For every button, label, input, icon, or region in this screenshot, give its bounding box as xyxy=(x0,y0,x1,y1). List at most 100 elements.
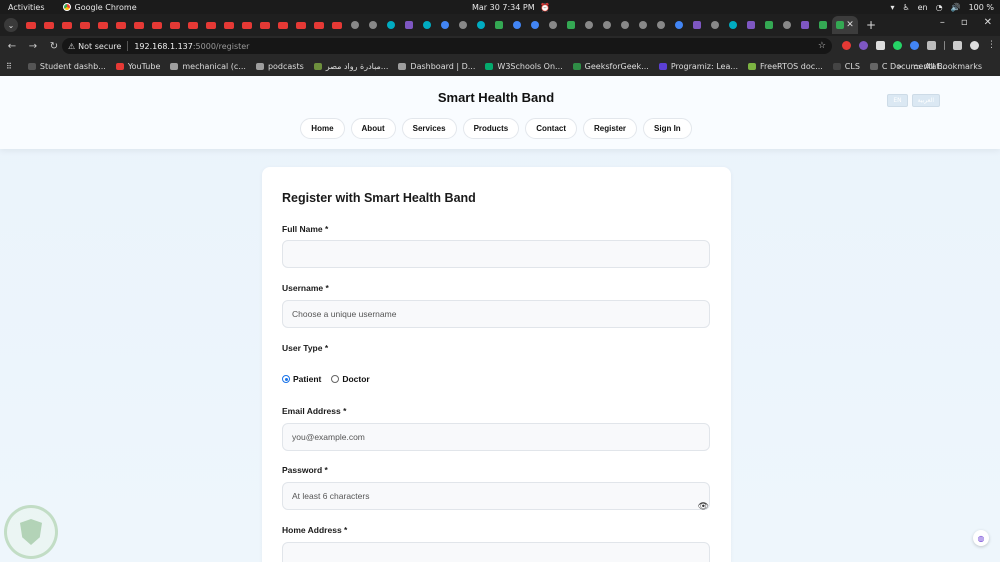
tab[interactable] xyxy=(436,16,454,34)
tab[interactable] xyxy=(130,16,148,34)
close-window-icon[interactable]: ✕ xyxy=(984,17,992,28)
all-bookmarks[interactable]: ▭ All Bookmarks xyxy=(913,62,982,71)
tab[interactable] xyxy=(544,16,562,34)
tab[interactable] xyxy=(346,16,364,34)
tab[interactable] xyxy=(724,16,742,34)
warning-icon[interactable]: ⚠ xyxy=(68,42,75,51)
tab[interactable] xyxy=(562,16,580,34)
tab[interactable] xyxy=(526,16,544,34)
extension-icon[interactable] xyxy=(842,41,851,50)
battery-indicator[interactable]: 100 % xyxy=(969,3,994,12)
more-bookmarks-icon[interactable]: » xyxy=(897,62,902,71)
tab[interactable] xyxy=(670,16,688,34)
wifi-icon[interactable]: ◔ xyxy=(936,3,943,12)
tab[interactable] xyxy=(580,16,598,34)
tab[interactable] xyxy=(472,16,490,34)
tab[interactable] xyxy=(652,16,670,34)
address-bar[interactable]: ⚠ Not secure 192.168.1.137:5000/register… xyxy=(62,38,832,54)
tab[interactable] xyxy=(364,16,382,34)
bookmark[interactable]: YouTube xyxy=(115,62,160,71)
tab[interactable] xyxy=(310,16,328,34)
tab-active[interactable]: ✕ xyxy=(832,16,858,34)
bookmark[interactable]: Programiz: Lea... xyxy=(658,62,738,71)
password-input[interactable] xyxy=(282,482,710,510)
tab[interactable] xyxy=(706,16,724,34)
app-menu[interactable]: Google Chrome xyxy=(62,3,137,12)
tab[interactable] xyxy=(616,16,634,34)
back-icon[interactable]: ← xyxy=(3,41,21,52)
new-tab-icon[interactable]: + xyxy=(866,18,876,32)
whatsapp-icon[interactable] xyxy=(893,41,902,50)
clock[interactable]: Mar 30 7:34 PM xyxy=(472,3,535,12)
bookmark[interactable]: mechanical (c... xyxy=(170,62,246,71)
minimize-icon[interactable]: – xyxy=(940,17,945,28)
nav-home[interactable]: Home xyxy=(300,118,345,139)
doctor-radio[interactable]: Doctor xyxy=(331,374,370,384)
tab[interactable] xyxy=(634,16,652,34)
tab[interactable] xyxy=(274,16,292,34)
tab[interactable] xyxy=(76,16,94,34)
extension-icon[interactable] xyxy=(859,41,868,50)
tab[interactable] xyxy=(202,16,220,34)
tab[interactable] xyxy=(184,16,202,34)
menu-icon[interactable]: ⋮ xyxy=(987,41,996,50)
username-input[interactable] xyxy=(282,300,710,328)
tab[interactable] xyxy=(418,16,436,34)
nav-products[interactable]: Products xyxy=(462,118,520,139)
puzzle-icon[interactable] xyxy=(927,41,936,50)
nav-about[interactable]: About xyxy=(350,118,396,139)
reload-icon[interactable]: ↻ xyxy=(45,41,63,52)
tab[interactable] xyxy=(22,16,40,34)
lang-en-button[interactable]: EN xyxy=(887,94,908,107)
bookmark[interactable]: CLS xyxy=(832,62,860,71)
not-secure-label[interactable]: Not secure xyxy=(78,42,121,51)
assistant-floating-icon[interactable]: ◍ xyxy=(973,530,989,546)
nav-contact[interactable]: Contact xyxy=(525,118,578,139)
lang-indicator[interactable]: en xyxy=(918,3,928,12)
profile-icon[interactable] xyxy=(970,41,979,50)
tab-search-icon[interactable]: ⌄ xyxy=(4,18,18,32)
email-input[interactable] xyxy=(282,423,710,451)
volume-icon[interactable]: 🔊 xyxy=(951,3,961,12)
site-brand[interactable]: Smart Health Band xyxy=(0,90,992,105)
tab[interactable] xyxy=(400,16,418,34)
tab[interactable] xyxy=(112,16,130,34)
tab[interactable] xyxy=(58,16,76,34)
apps-icon[interactable]: ⠿ xyxy=(6,62,12,71)
close-tab-icon[interactable]: ✕ xyxy=(846,20,854,30)
tab[interactable] xyxy=(292,16,310,34)
tab[interactable] xyxy=(742,16,760,34)
tab[interactable] xyxy=(238,16,256,34)
lang-ar-button[interactable]: العربية xyxy=(911,94,940,107)
tab[interactable] xyxy=(598,16,616,34)
tab[interactable] xyxy=(760,16,778,34)
bookmark[interactable]: مبادرة رواد مصر... xyxy=(313,62,388,71)
bookmark[interactable]: Student dashb... xyxy=(27,62,106,71)
tab[interactable] xyxy=(490,16,508,34)
full-name-input[interactable] xyxy=(282,240,710,268)
bookmark[interactable]: GeeksforGeek... xyxy=(572,62,649,71)
forward-icon[interactable]: → xyxy=(24,41,42,52)
bookmark[interactable]: podcasts xyxy=(255,62,304,71)
media-icon[interactable] xyxy=(953,41,962,50)
show-password-icon[interactable]: 👁 xyxy=(698,502,709,512)
nav-sign-in[interactable]: Sign In xyxy=(643,118,692,139)
activities-button[interactable]: Activities xyxy=(8,3,45,12)
extension-icon[interactable] xyxy=(876,41,885,50)
tab[interactable] xyxy=(328,16,346,34)
tab[interactable] xyxy=(220,16,238,34)
tab[interactable] xyxy=(148,16,166,34)
maximize-icon[interactable]: ▫ xyxy=(961,17,968,28)
tab[interactable] xyxy=(688,16,706,34)
tab[interactable] xyxy=(508,16,526,34)
tab[interactable] xyxy=(796,16,814,34)
extension-icon[interactable] xyxy=(910,41,919,50)
dropdown-icon[interactable]: ▾ xyxy=(890,3,894,12)
tab[interactable] xyxy=(40,16,58,34)
bookmark[interactable]: W3Schools On... xyxy=(485,62,563,71)
tab[interactable] xyxy=(778,16,796,34)
nav-services[interactable]: Services xyxy=(401,118,457,139)
address-input[interactable] xyxy=(282,542,710,562)
bookmark-star-icon[interactable]: ☆ xyxy=(818,41,826,51)
bookmark[interactable]: FreeRTOS doc... xyxy=(748,62,823,71)
